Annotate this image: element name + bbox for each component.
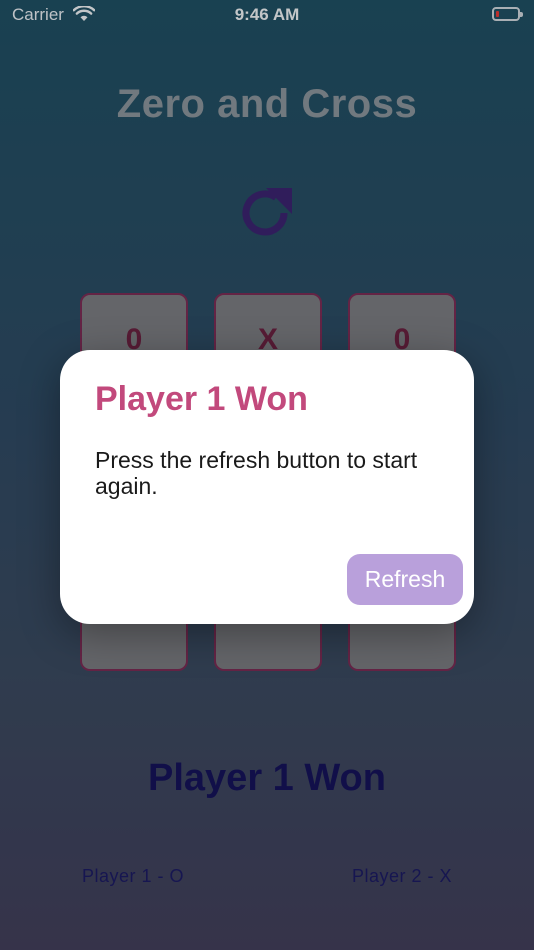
winner-text: Player 1 Won — [148, 757, 386, 799]
status-time: 9:46 AM — [234, 5, 300, 24]
player1-label: Player 1 - O — [82, 866, 185, 886]
refresh-button[interactable]: Refresh — [347, 554, 463, 605]
alert-dialog: Player 1 Won Press the refresh button to… — [60, 350, 474, 624]
battery-level — [496, 11, 499, 17]
battery-icon — [492, 7, 523, 21]
app-screen: Carrier 9:46 AM Zero and Cross 0 X 0 Pla… — [0, 0, 534, 950]
status-bar: Carrier 9:46 AM — [0, 0, 534, 32]
app-title: Zero and Cross — [116, 82, 418, 126]
alert-message: Press the refresh button to start again. — [95, 447, 418, 499]
player2-label: Player 2 - X — [351, 866, 452, 886]
refresh-icon[interactable] — [236, 182, 298, 244]
alert-title: Player 1 Won — [95, 380, 308, 418]
